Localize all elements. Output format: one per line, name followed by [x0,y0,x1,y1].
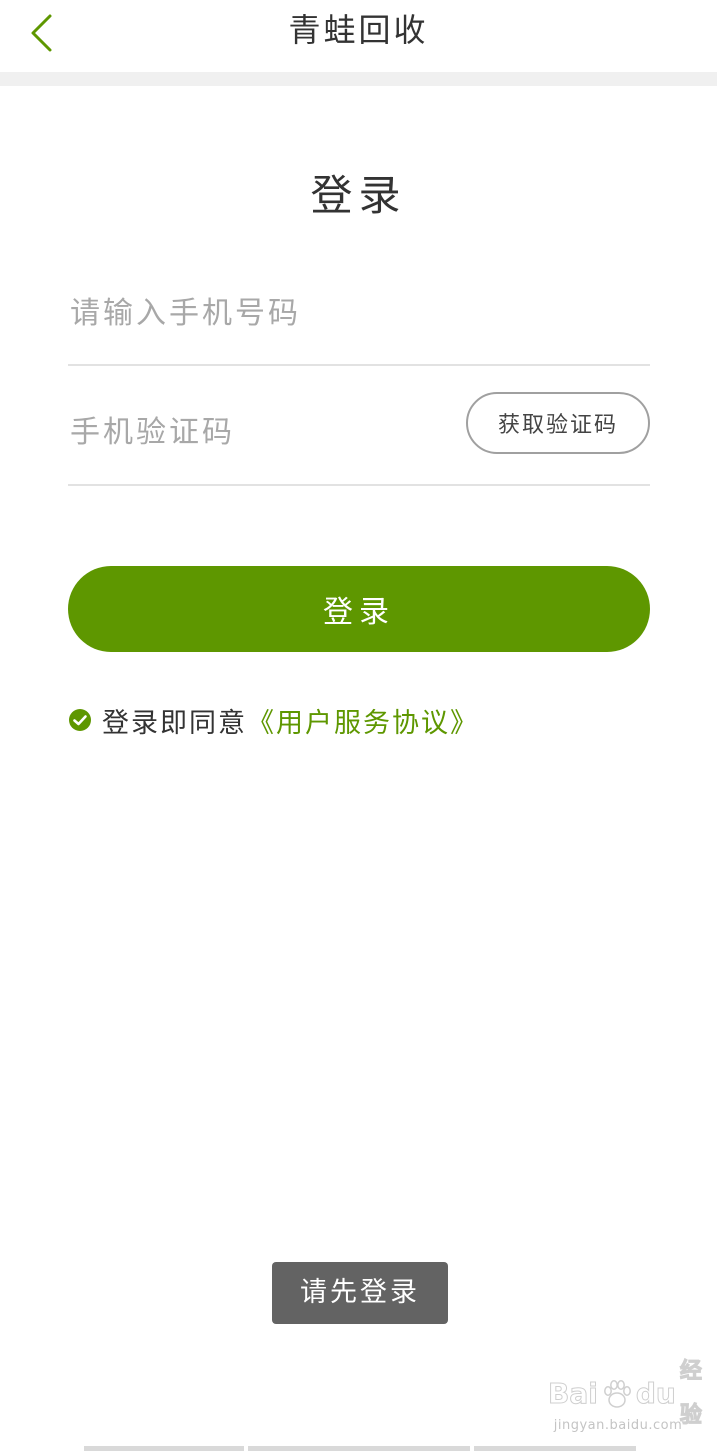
bottom-bar-segment [248,1446,470,1451]
bottom-bar-segment [84,1446,244,1451]
phone-field [68,262,652,366]
bottom-bar-segment [474,1446,636,1451]
toast-message: 请先登录 [272,1262,448,1324]
logo-text-part1: Bai [548,1377,599,1411]
get-code-button[interactable]: 获取验证码 [466,392,650,454]
check-circle-icon[interactable] [68,708,92,732]
bottom-edge-bars [84,1446,636,1451]
page-title: 登录 [310,171,407,220]
phone-input[interactable] [68,262,652,364]
logo-text-part2: du [635,1377,676,1411]
app-header: 青蛙回收 [0,0,717,72]
login-button[interactable]: 登录 [68,566,650,652]
code-field: 获取验证码 [68,380,650,486]
watermark-url: jingyan.baidu.com [553,1418,683,1433]
verification-code-input[interactable] [68,380,450,484]
baidu-jingyan-logo: Bai du 经验 [548,1359,703,1429]
service-agreement-link[interactable]: 《用户服务协议》 [247,701,479,740]
watermark: Bai du 经验 jingyan.baidu.com [548,1359,703,1438]
app-title: 青蛙回收 [288,11,429,49]
paw-icon [600,1377,634,1411]
header-divider [0,72,717,86]
agreement-text: 登录即同意 [102,707,247,739]
agreement-row: 登录即同意 《用户服务协议》 [68,700,479,740]
